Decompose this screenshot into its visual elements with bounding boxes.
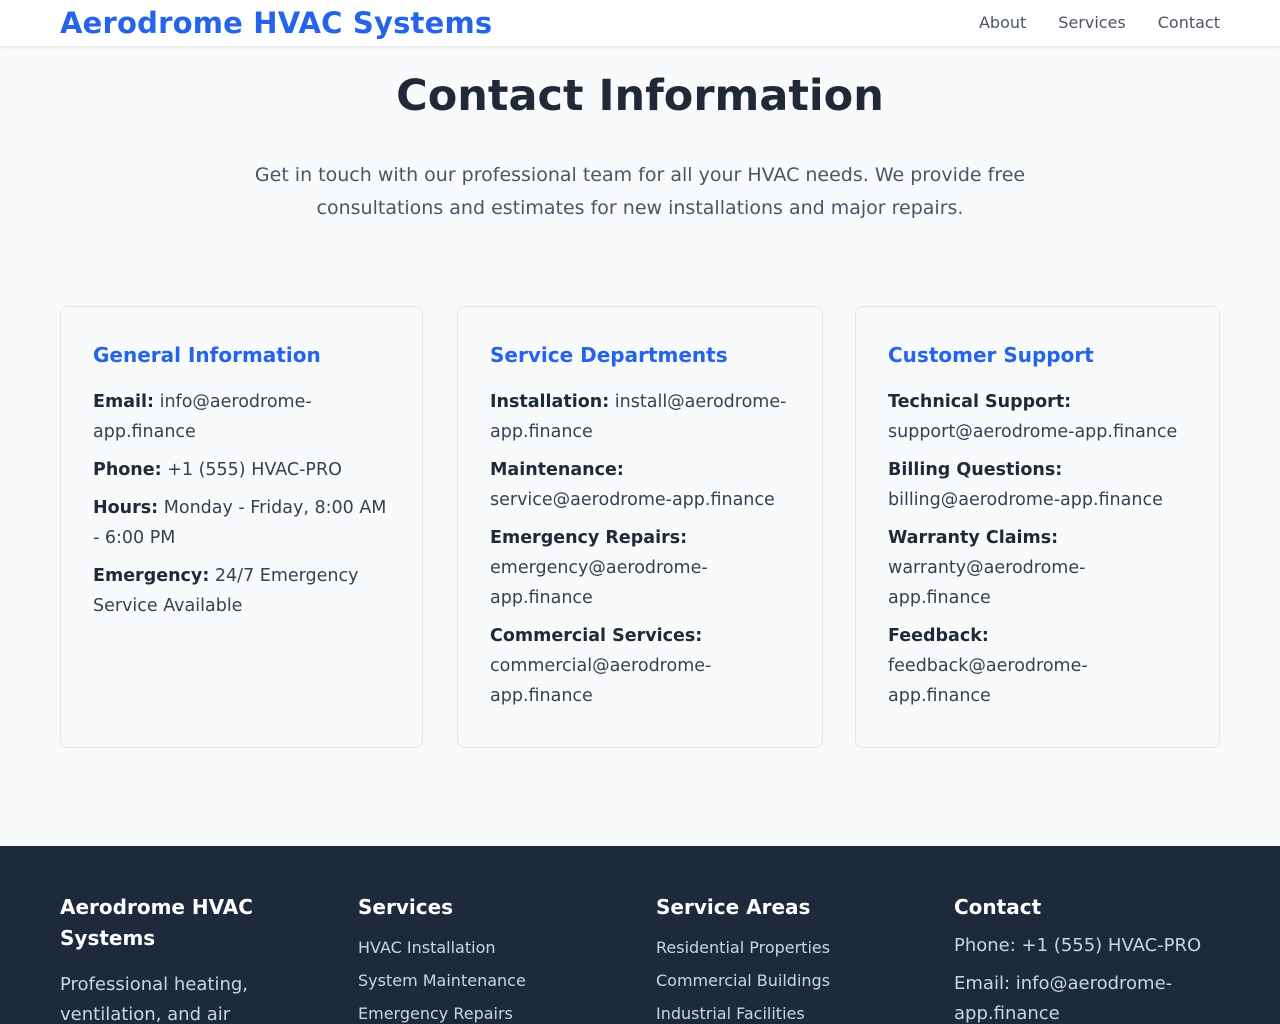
card-title: Customer Support bbox=[888, 343, 1094, 367]
footer-heading: Contact bbox=[954, 895, 1042, 919]
footer-column-contact: Contact Phone: +1 (555) HVAC-PRO Email: … bbox=[954, 892, 1220, 1024]
card-general-information: General Information Email: info@aerodrom… bbox=[60, 306, 423, 748]
info-value: warranty@aerodrome-app.finance bbox=[888, 558, 1086, 608]
info-label: Feedback: bbox=[888, 626, 989, 646]
site-header: Aerodrome HVAC Systems About Services Co… bbox=[0, 0, 1280, 46]
info-label: Warranty Claims: bbox=[888, 528, 1059, 548]
card-title: General Information bbox=[93, 343, 321, 367]
intro-text: Get in touch with our professional team … bbox=[254, 164, 1026, 219]
info-label: Hours: bbox=[93, 498, 159, 518]
nav-link-contact[interactable]: Contact bbox=[1158, 12, 1220, 34]
info-label: Email: bbox=[93, 392, 154, 412]
info-label: Technical Support: bbox=[888, 392, 1072, 412]
info-label: Maintenance: bbox=[490, 460, 624, 480]
footer-column-about: Aerodrome HVAC Systems Professional heat… bbox=[60, 892, 290, 1024]
nav-link-about[interactable]: About bbox=[979, 12, 1026, 34]
footer-description: Professional heating, ventilation, and a… bbox=[60, 974, 249, 1024]
footer-contact-phone: Phone: +1 (555) HVAC-PRO bbox=[954, 935, 1202, 956]
site-footer: Aerodrome HVAC Systems Professional heat… bbox=[0, 846, 1280, 1024]
info-label: Emergency Repairs: bbox=[490, 528, 688, 548]
footer-services-list: HVAC Installation System Maintenance Eme… bbox=[358, 931, 608, 1024]
info-value: commercial@aerodrome-app.finance bbox=[490, 656, 712, 706]
footer-link-emergency-repairs[interactable]: Emergency Repairs bbox=[358, 997, 608, 1024]
page-title: Contact Information bbox=[396, 71, 884, 121]
nav-link-services[interactable]: Services bbox=[1058, 12, 1125, 34]
info-row-phone: Phone: +1 (555) HVAC-PRO bbox=[93, 455, 390, 485]
info-value: billing@aerodrome-app.finance bbox=[888, 490, 1163, 510]
footer-heading: Service Areas bbox=[656, 895, 811, 919]
footer-column-service-areas: Service Areas Residential Properties Com… bbox=[656, 892, 906, 1024]
info-row-billing-questions: Billing Questions: billing@aerodrome-app… bbox=[888, 455, 1187, 515]
info-value: emergency@aerodrome-app.finance bbox=[490, 558, 708, 608]
info-value: support@aerodrome-app.finance bbox=[888, 422, 1178, 442]
info-row-email: Email: info@aerodrome-app.finance bbox=[93, 387, 390, 447]
main-nav: About Services Contact bbox=[979, 12, 1220, 34]
info-label: Installation: bbox=[490, 392, 610, 412]
card-service-departments: Service Departments Installation: instal… bbox=[457, 306, 823, 748]
footer-heading: Services bbox=[358, 895, 454, 919]
info-value: +1 (555) HVAC-PRO bbox=[167, 460, 342, 480]
card-customer-support: Customer Support Technical Support: supp… bbox=[855, 306, 1220, 748]
info-value: service@aerodrome-app.finance bbox=[490, 490, 775, 510]
footer-column-services: Services HVAC Installation System Mainte… bbox=[358, 892, 608, 1024]
footer-link-hvac-installation[interactable]: HVAC Installation bbox=[358, 931, 608, 964]
info-row-warranty-claims: Warranty Claims: warranty@aerodrome-app.… bbox=[888, 523, 1187, 613]
info-row-maintenance: Maintenance: service@aerodrome-app.finan… bbox=[490, 455, 790, 515]
brand-logo-link[interactable]: Aerodrome HVAC Systems bbox=[60, 3, 492, 43]
info-row-technical-support: Technical Support: support@aerodrome-app… bbox=[888, 387, 1187, 447]
footer-area-industrial[interactable]: Industrial Facilities bbox=[656, 997, 906, 1024]
info-row-emergency-repairs: Emergency Repairs: emergency@aerodrome-a… bbox=[490, 523, 790, 613]
info-row-hours: Hours: Monday - Friday, 8:00 AM - 6:00 P… bbox=[93, 493, 390, 553]
footer-area-residential[interactable]: Residential Properties bbox=[656, 931, 906, 964]
info-row-installation: Installation: install@aerodrome-app.fina… bbox=[490, 387, 790, 447]
footer-contact-email: Email: info@aerodrome-app.finance bbox=[954, 973, 1173, 1024]
info-label: Phone: bbox=[93, 460, 162, 480]
info-label: Emergency: bbox=[93, 566, 210, 586]
card-title: Service Departments bbox=[490, 343, 728, 367]
info-label: Commercial Services: bbox=[490, 626, 703, 646]
footer-area-commercial[interactable]: Commercial Buildings bbox=[656, 964, 906, 997]
footer-areas-list: Residential Properties Commercial Buildi… bbox=[656, 931, 906, 1024]
info-row-feedback: Feedback: feedback@aerodrome-app.finance bbox=[888, 621, 1187, 711]
info-value: feedback@aerodrome-app.finance bbox=[888, 656, 1088, 706]
footer-heading: Aerodrome HVAC Systems bbox=[60, 895, 253, 950]
footer-link-system-maintenance[interactable]: System Maintenance bbox=[358, 964, 608, 997]
info-row-commercial-services: Commercial Services: commercial@aerodrom… bbox=[490, 621, 790, 711]
info-label: Billing Questions: bbox=[888, 460, 1063, 480]
info-row-emergency: Emergency: 24/7 Emergency Service Availa… bbox=[93, 561, 390, 621]
